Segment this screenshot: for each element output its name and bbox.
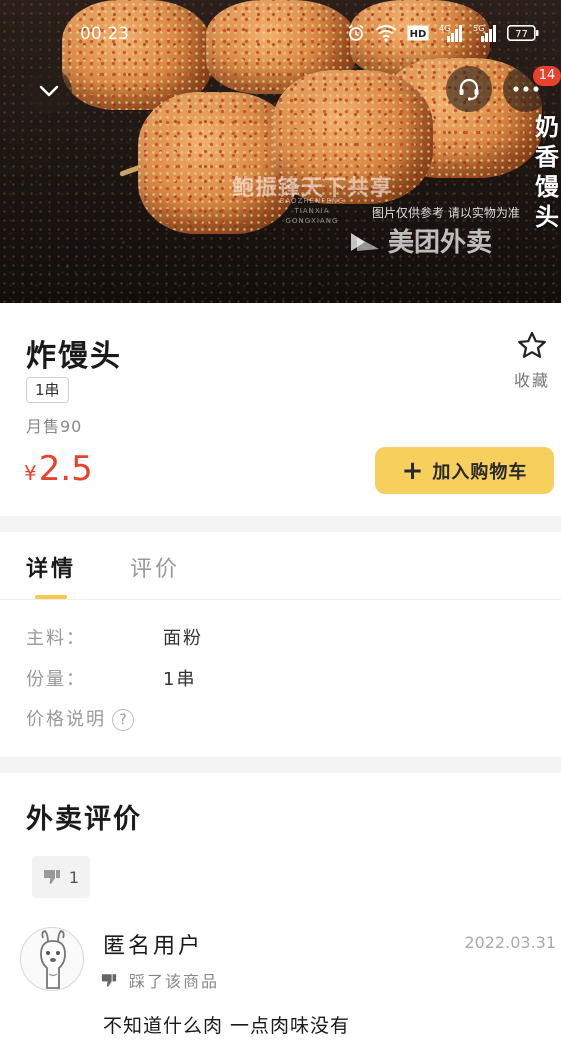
status-time: 00:23 — [80, 24, 129, 44]
signal-4g-icon: 4G — [439, 24, 463, 42]
favorite-label: 收藏 — [513, 371, 550, 390]
active-tab-indicator — [35, 595, 67, 599]
detail-value-ingredient: 面粉 — [163, 628, 203, 649]
detail-label-ingredient: 主料： — [26, 628, 86, 649]
reviews-title: 外卖评价 — [26, 804, 142, 835]
meituan-logo-icon — [348, 227, 382, 255]
section-divider — [0, 516, 561, 532]
plus-icon: + — [401, 455, 425, 486]
details-section: 详情 评价 主料： 面粉 份量： 1串 价格说明? — [0, 532, 561, 757]
tab-reviews[interactable]: 评价 — [130, 551, 180, 583]
battery-icon: 77 — [507, 25, 539, 41]
hd-label: HD — [410, 29, 427, 40]
price-currency: ¥ — [24, 461, 37, 485]
platform-watermark: 美团外卖 — [348, 222, 492, 259]
thumbs-down-icon — [43, 870, 60, 884]
caption-char: 馒 — [535, 173, 559, 201]
chevron-down-icon — [39, 85, 59, 97]
thumbs-down-icon — [101, 973, 117, 987]
review-rating-tag: 踩了该商品 — [101, 968, 219, 992]
favorite-button[interactable]: 收藏 — [508, 331, 556, 391]
detail-value-portion: 1串 — [163, 669, 197, 690]
battery-level: 77 — [515, 29, 528, 40]
tab-details[interactable]: 详情 — [26, 551, 76, 583]
collapse-button[interactable] — [26, 68, 72, 114]
review-username: 匿名用户 — [103, 934, 204, 959]
product-spec-tag: 1串 — [26, 377, 69, 403]
status-bar: 00:23 HD 4G 5G 77 — [0, 0, 561, 64]
brand-watermark-subtitle: BAOZHENFENG TIANXIA GONGXIANG — [279, 197, 345, 225]
product-title: 炸馒头 — [26, 339, 122, 374]
signal-5g-label: 5G — [473, 24, 484, 33]
monthly-sales: 月售90 — [26, 417, 83, 436]
price-note-row[interactable]: 价格说明? — [26, 705, 134, 731]
caption-char: 头 — [535, 203, 559, 231]
vertical-product-caption: 奶 香 馒 头 — [532, 112, 561, 232]
customer-service-button[interactable] — [446, 66, 492, 112]
help-question-icon[interactable]: ? — [112, 709, 134, 731]
detail-label-portion: 份量： — [26, 669, 86, 690]
tab-bar: 详情 评价 — [0, 532, 561, 600]
add-to-cart-label: 加入购物车 — [432, 461, 528, 483]
add-to-cart-button[interactable]: + 加入购物车 — [375, 447, 554, 494]
customer-service-icon — [459, 78, 479, 101]
image-disclaimer: 图片仅供参考 请以实物为准 — [372, 206, 520, 220]
star-outline-icon — [518, 331, 546, 358]
avatar — [20, 927, 84, 991]
platform-watermark-text: 美团外卖 — [388, 228, 493, 258]
reviews-section: 外卖评价 1 匿名用户 2022.03.31 踩了该商品 不知道什么肉 一点肉味… — [0, 773, 561, 1050]
product-info-section: 炸馒头 1串 月售90 ¥ 2.5 收藏 + 加入购物车 — [0, 303, 561, 516]
caption-char: 奶 — [535, 113, 559, 141]
dislike-count: 1 — [68, 867, 80, 887]
message-count-badge: 14 — [533, 66, 561, 86]
wifi-icon — [375, 24, 397, 42]
review-date: 2022.03.31 — [464, 933, 556, 952]
status-icons: HD 4G 5G 77 — [347, 24, 539, 42]
hd-icon: HD — [407, 25, 429, 41]
caption-char: 香 — [535, 143, 559, 171]
alarm-icon — [347, 24, 365, 42]
more-dots-icon — [513, 86, 539, 92]
price-note-label: 价格说明 — [26, 709, 106, 730]
signal-4g-label: 4G — [439, 24, 450, 33]
kangaroo-avatar-icon — [40, 930, 66, 989]
price-value: 2.5 — [38, 449, 93, 489]
signal-5g-icon: 5G — [473, 24, 497, 42]
product-price: ¥ 2.5 — [24, 449, 93, 489]
section-divider — [0, 757, 561, 773]
review-text: 不知道什么肉 一点肉味没有 — [103, 1015, 351, 1037]
dislike-filter-chip[interactable]: 1 — [32, 856, 90, 898]
review-rating-label: 踩了该商品 — [129, 972, 220, 991]
